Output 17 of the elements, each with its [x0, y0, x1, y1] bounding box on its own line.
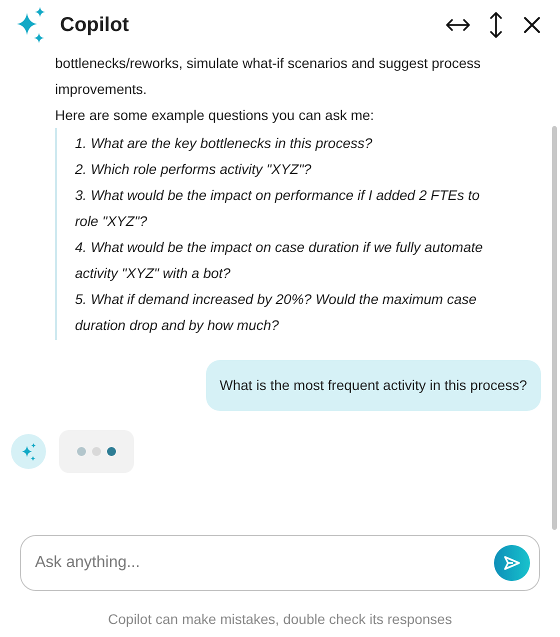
example-question: 5. What if demand increased by 20%? Would the maximum case duration drop and by how much? — [75, 290, 478, 335]
example-question: 3. What would be the impact on performance if I added 2 FTEs to role "XYZ"? — [75, 186, 481, 231]
send-button[interactable] — [494, 545, 530, 581]
example-question: 2. Which role performs activity "XYZ"? — [75, 160, 312, 179]
message-field[interactable]: Ask anything... — [20, 535, 540, 591]
scrollbar[interactable] — [552, 126, 557, 530]
disclaimer-text: Copilot can make mistakes, double check its responses — [107, 610, 453, 629]
message-input[interactable]: Ask anything... — [35, 551, 494, 575]
message-text: bottlenecks/reworks, simulate what-if scenarios and suggest process improvements. — [55, 54, 482, 99]
sparkle-icon — [16, 7, 46, 43]
user-message: What is the most frequent activity in this process? — [206, 360, 541, 411]
panel-title: Copilot — [60, 13, 129, 38]
example-question: 1. What are the key bottlenecks in this process? — [75, 134, 374, 153]
example-question: 4. What would be the impact on case duration if we fully automate activity "XYZ" with a bot? — [75, 238, 484, 283]
message-text: Here are some example questions you can ask me: — [55, 106, 376, 125]
send-icon — [503, 555, 521, 571]
assistant-avatar — [11, 434, 46, 469]
